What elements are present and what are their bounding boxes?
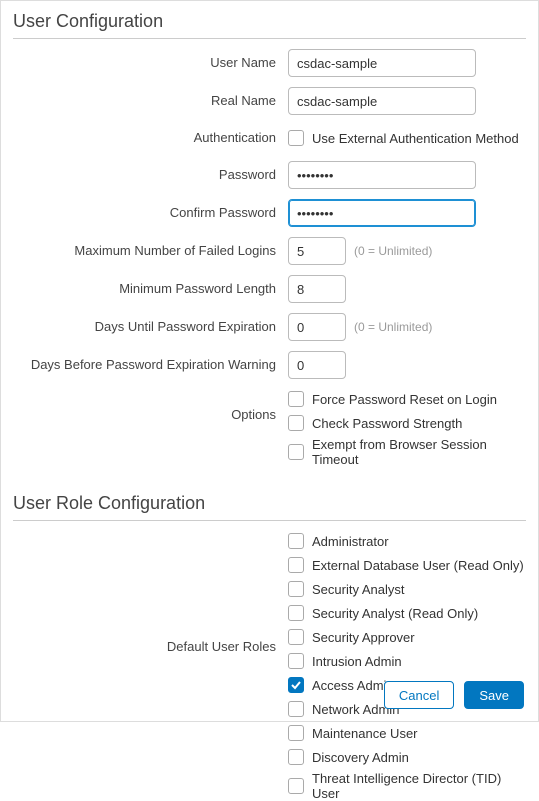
option-2-label: Exempt from Browser Session Timeout <box>312 437 526 467</box>
days-expire-input[interactable] <box>288 313 346 341</box>
role-1-row: External Database User (Read Only) <box>288 555 524 575</box>
hint-unlimited-2: (0 = Unlimited) <box>354 320 432 334</box>
auth-external-label: Use External Authentication Method <box>312 131 519 146</box>
password-input[interactable] <box>288 161 476 189</box>
label-days-warn: Days Before Password Expiration Warning <box>13 357 288 374</box>
role-9-row: Discovery Admin <box>288 747 409 767</box>
hint-unlimited-1: (0 = Unlimited) <box>354 244 432 258</box>
footer-buttons: Cancel Save <box>384 681 524 709</box>
confirm-password-input[interactable] <box>288 199 476 227</box>
role-9-checkbox[interactable] <box>288 749 304 765</box>
label-password: Password <box>13 167 288 184</box>
label-user-name: User Name <box>13 55 288 72</box>
role-5-checkbox[interactable] <box>288 653 304 669</box>
role-1-checkbox[interactable] <box>288 557 304 573</box>
real-name-input[interactable] <box>288 87 476 115</box>
section-title-user-config: User Configuration <box>13 11 526 39</box>
role-0-label: Administrator <box>312 534 389 549</box>
role-3-label: Security Analyst (Read Only) <box>312 606 478 621</box>
role-3-row: Security Analyst (Read Only) <box>288 603 478 623</box>
option-0-checkbox[interactable] <box>288 391 304 407</box>
label-max-failed: Maximum Number of Failed Logins <box>13 243 288 260</box>
role-4-checkbox[interactable] <box>288 629 304 645</box>
label-real-name: Real Name <box>13 93 288 110</box>
role-1-label: External Database User (Read Only) <box>312 558 524 573</box>
min-pwd-len-input[interactable] <box>288 275 346 303</box>
role-8-label: Maintenance User <box>312 726 418 741</box>
save-button[interactable]: Save <box>464 681 524 709</box>
option-0-label: Force Password Reset on Login <box>312 392 497 407</box>
cancel-button[interactable]: Cancel <box>384 681 454 709</box>
role-10-label: Threat Intelligence Director (TID) User <box>312 771 526 801</box>
role-7-checkbox[interactable] <box>288 701 304 717</box>
role-10-row: Threat Intelligence Director (TID) User <box>288 771 526 801</box>
role-4-row: Security Approver <box>288 627 415 647</box>
role-0-row: Administrator <box>288 531 389 551</box>
role-2-label: Security Analyst <box>312 582 405 597</box>
section-title-role-config: User Role Configuration <box>13 493 526 521</box>
options-checkbox-group: Force Password Reset on Login Check Passw… <box>288 389 526 467</box>
label-min-pwd-len: Minimum Password Length <box>13 281 288 298</box>
option-1-row: Check Password Strength <box>288 413 462 433</box>
option-1-checkbox[interactable] <box>288 415 304 431</box>
role-9-label: Discovery Admin <box>312 750 409 765</box>
role-2-row: Security Analyst <box>288 579 405 599</box>
label-days-expire: Days Until Password Expiration <box>13 319 288 336</box>
role-6-label: Access Admin <box>312 678 394 693</box>
role-7-row: Network Admin <box>288 699 399 719</box>
roles-checkbox-group: Administrator External Database User (Rea… <box>288 531 526 801</box>
role-3-checkbox[interactable] <box>288 605 304 621</box>
role-4-label: Security Approver <box>312 630 415 645</box>
option-0-row: Force Password Reset on Login <box>288 389 497 409</box>
label-options: Options <box>13 389 288 424</box>
role-5-row: Intrusion Admin <box>288 651 402 671</box>
check-icon <box>290 679 302 691</box>
option-2-checkbox[interactable] <box>288 444 304 460</box>
label-default-roles: Default User Roles <box>13 531 288 656</box>
role-6-checkbox[interactable] <box>288 677 304 693</box>
role-10-checkbox[interactable] <box>288 778 304 794</box>
role-6-row: Access Admin <box>288 675 394 695</box>
role-0-checkbox[interactable] <box>288 533 304 549</box>
role-8-row: Maintenance User <box>288 723 418 743</box>
days-warn-input[interactable] <box>288 351 346 379</box>
option-2-row: Exempt from Browser Session Timeout <box>288 437 526 467</box>
max-failed-input[interactable] <box>288 237 346 265</box>
role-8-checkbox[interactable] <box>288 725 304 741</box>
role-2-checkbox[interactable] <box>288 581 304 597</box>
user-name-input[interactable] <box>288 49 476 77</box>
label-authentication: Authentication <box>13 130 288 147</box>
role-5-label: Intrusion Admin <box>312 654 402 669</box>
option-1-label: Check Password Strength <box>312 416 462 431</box>
label-confirm-password: Confirm Password <box>13 205 288 222</box>
auth-external-checkbox[interactable] <box>288 130 304 146</box>
